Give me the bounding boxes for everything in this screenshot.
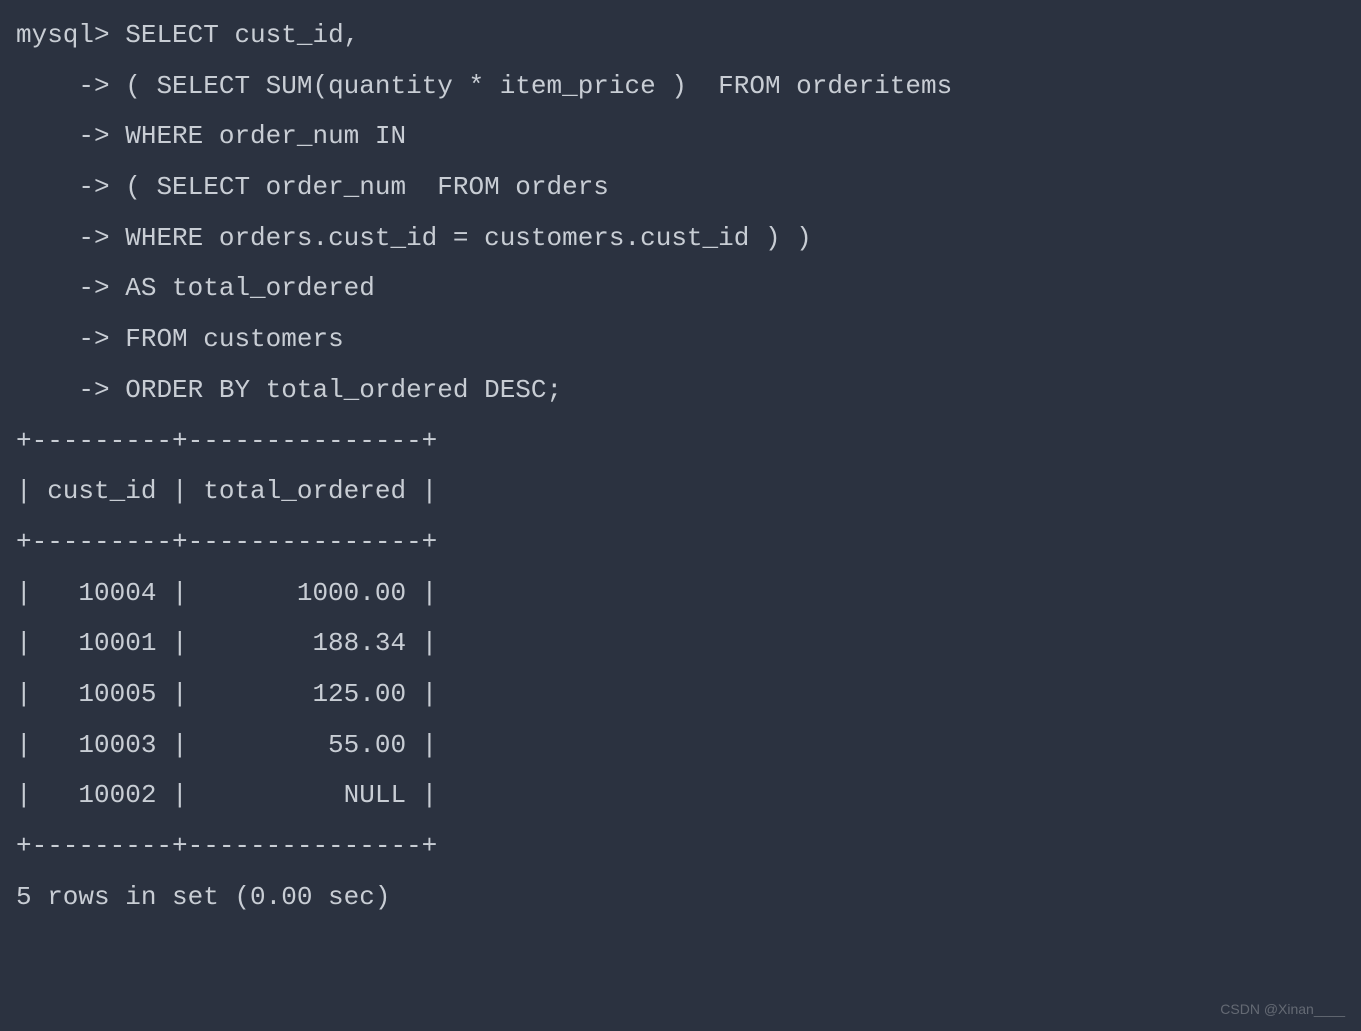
query-line-4: WHERE orders.cust_id = customers.cust_id… xyxy=(125,223,812,253)
continuation-line: -> FROM customers xyxy=(16,324,344,354)
query-line-3: ( SELECT order_num FROM orders xyxy=(125,172,609,202)
table-border-bottom: +---------+---------------+ xyxy=(16,831,437,861)
continuation-prompt: -> xyxy=(16,273,110,303)
terminal-output: mysql> SELECT cust_id, -> ( SELECT SUM(q… xyxy=(16,10,1345,922)
continuation-prompt: -> xyxy=(16,121,110,151)
query-line-1: ( SELECT SUM(quantity * item_price ) FRO… xyxy=(125,71,952,101)
table-row: | 10002 | NULL | xyxy=(16,780,437,810)
continuation-prompt: -> xyxy=(16,172,110,202)
continuation-line: -> ORDER BY total_ordered DESC; xyxy=(16,375,562,405)
continuation-prompt: -> xyxy=(16,324,110,354)
table-row: | 10004 | 1000.00 | xyxy=(16,578,437,608)
continuation-prompt: -> xyxy=(16,71,110,101)
table-border-top: +---------+---------------+ xyxy=(16,426,437,456)
table-row: | 10001 | 188.34 | xyxy=(16,628,437,658)
continuation-line: -> WHERE orders.cust_id = customers.cust… xyxy=(16,223,812,253)
table-row: | 10005 | 125.00 | xyxy=(16,679,437,709)
table-header-row: | cust_id | total_ordered | xyxy=(16,476,437,506)
mysql-prompt: mysql> xyxy=(16,20,110,50)
table-border-mid: +---------+---------------+ xyxy=(16,527,437,557)
query-line-0: SELECT cust_id, xyxy=(125,20,359,50)
continuation-line: -> WHERE order_num IN xyxy=(16,121,406,151)
prompt-line: mysql> SELECT cust_id, xyxy=(16,20,359,50)
query-line-6: FROM customers xyxy=(125,324,343,354)
continuation-prompt: -> xyxy=(16,223,110,253)
status-line: 5 rows in set (0.00 sec) xyxy=(16,882,390,912)
table-row: | 10003 | 55.00 | xyxy=(16,730,437,760)
watermark: CSDN @Xinan____ xyxy=(1220,996,1345,1023)
continuation-line: -> ( SELECT order_num FROM orders xyxy=(16,172,609,202)
continuation-line: -> AS total_ordered xyxy=(16,273,375,303)
continuation-prompt: -> xyxy=(16,375,110,405)
query-line-7: ORDER BY total_ordered DESC; xyxy=(125,375,562,405)
query-line-2: WHERE order_num IN xyxy=(125,121,406,151)
query-line-5: AS total_ordered xyxy=(125,273,375,303)
continuation-line: -> ( SELECT SUM(quantity * item_price ) … xyxy=(16,71,952,101)
